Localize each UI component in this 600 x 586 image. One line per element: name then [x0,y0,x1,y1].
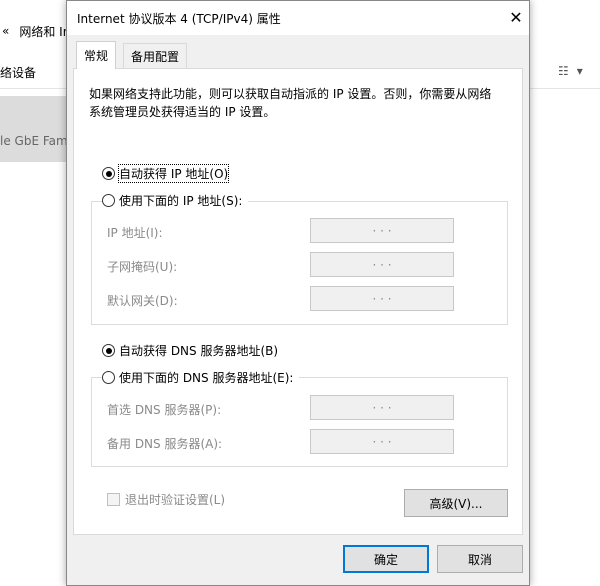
ok-button[interactable]: 确定 [343,545,429,573]
close-icon[interactable]: ✕ [505,7,527,29]
alternate-dns-input[interactable]: · · · [310,429,454,454]
dialog-title: Internet 协议版本 4 (TCP/IPv4) 属性 [77,12,281,26]
auto-ip-label: 自动获得 IP 地址(O) [117,164,230,183]
subnet-mask-dots: · · · [372,257,392,272]
chevron-down-icon[interactable]: ▾ [577,64,583,78]
subnet-mask-label: 子网掩码(U): [107,260,178,274]
ip-address-dots: · · · [372,223,392,238]
radio-unselected-icon[interactable] [102,194,115,207]
validate-on-exit-checkbox[interactable]: 退出时验证设置(L) [107,491,225,508]
description-text: 如果网络支持此功能，则可以获取自动指派的 IP 设置。否则，你需要从网络系统管理… [89,87,492,119]
ip-address-label: IP 地址(I): [107,226,163,240]
preferred-dns-dots: · · · [372,400,392,415]
ip-address-input[interactable]: · · · [310,218,454,243]
default-gateway-dots: · · · [372,291,392,306]
view-options[interactable]: ☷ ▾ [558,64,583,78]
default-gateway-label: 默认网关(D): [107,294,178,308]
manual-dns-label: 使用下面的 DNS 服务器地址(E): [119,371,294,385]
tab-general[interactable]: 常规 [76,41,117,69]
alternate-dns-label: 备用 DNS 服务器(A): [107,437,223,451]
back-chevron-icon[interactable]: « [2,24,9,38]
title-bar[interactable]: Internet 协议版本 4 (TCP/IPv4) 属性 ✕ [67,1,529,35]
subnet-mask-input[interactable]: · · · [310,252,454,277]
checkbox-icon[interactable] [107,493,120,506]
adapter-name: le GbE Fam [0,134,68,148]
default-gateway-input[interactable]: · · · [310,286,454,311]
auto-ip-radio[interactable]: 自动获得 IP 地址(O) [102,164,230,183]
validate-on-exit-label: 退出时验证设置(L) [125,493,226,507]
radio-selected-icon[interactable] [102,167,115,180]
preferred-dns-label: 首选 DNS 服务器(P): [107,403,222,417]
ipv4-properties-dialog: Internet 协议版本 4 (TCP/IPv4) 属性 ✕ 常规 备用配置 … [66,0,530,586]
advanced-button[interactable]: 高级(V)... [404,489,508,517]
general-panel: 如果网络支持此功能，则可以获取自动指派的 IP 设置。否则，你需要从网络系统管理… [73,68,523,535]
radio-selected-icon[interactable] [102,344,115,357]
preferred-dns-input[interactable]: · · · [310,395,454,420]
cancel-button[interactable]: 取消 [437,545,523,573]
manual-ip-label: 使用下面的 IP 地址(S): [119,194,243,208]
auto-dns-radio[interactable]: 自动获得 DNS 服务器地址(B) [102,342,278,359]
tab-alternate-config[interactable]: 备用配置 [123,43,188,68]
toolbar-label[interactable]: 络设备 [0,64,36,81]
network-adapter-item[interactable]: le GbE Fam [0,96,70,162]
alternate-dns-dots: · · · [372,434,392,449]
radio-unselected-icon[interactable] [102,371,115,384]
auto-dns-label: 自动获得 DNS 服务器地址(B) [119,344,279,358]
view-details-icon[interactable]: ☷ [558,64,569,78]
manual-ip-radio[interactable]: 使用下面的 IP 地址(S): [102,192,249,209]
manual-dns-radio[interactable]: 使用下面的 DNS 服务器地址(E): [102,369,300,386]
